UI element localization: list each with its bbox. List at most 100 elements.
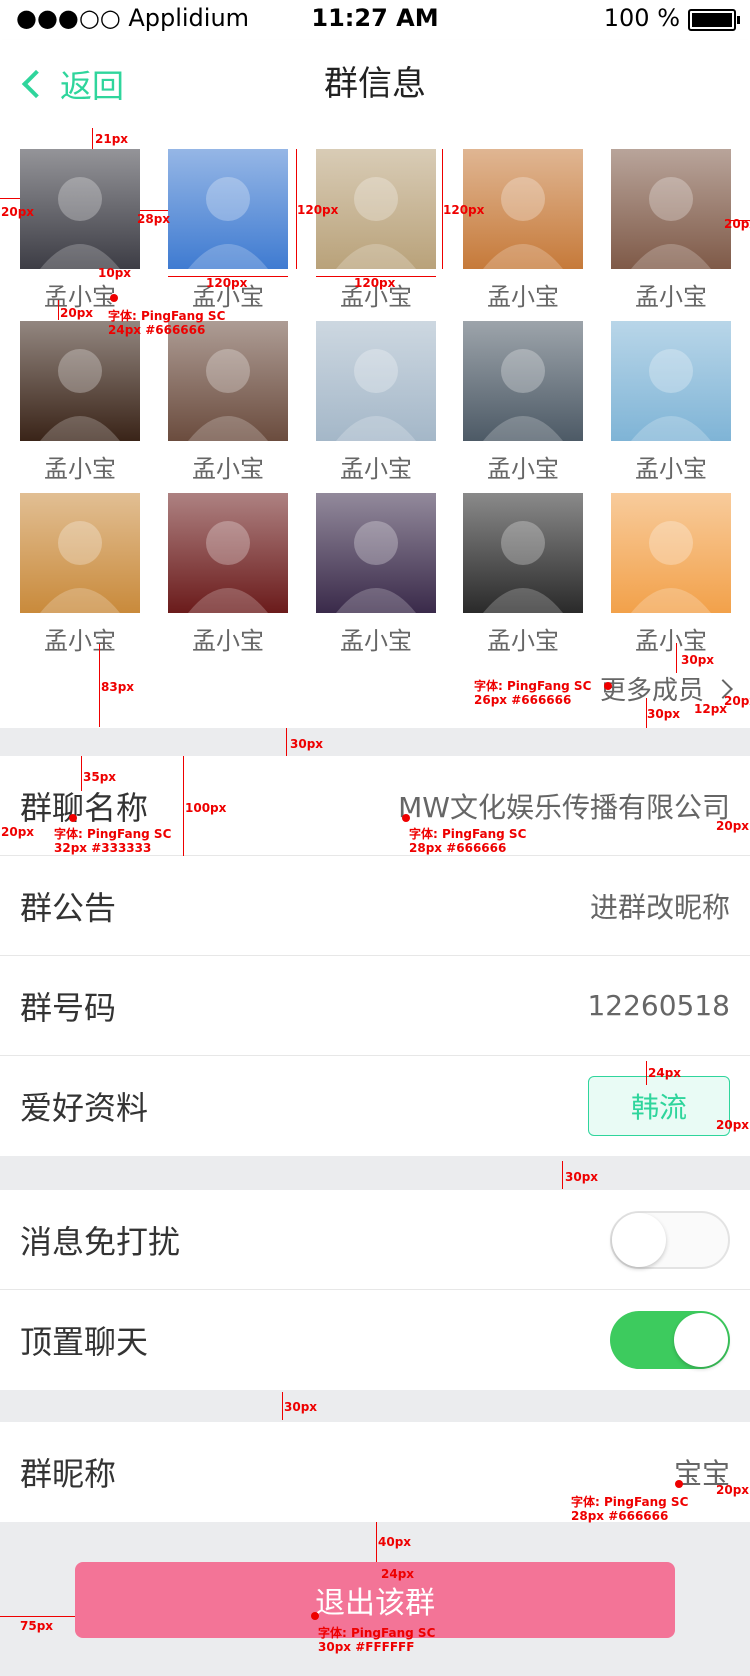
redline-marker	[110, 294, 118, 302]
hobby-tag[interactable]: 韩流	[588, 1076, 730, 1136]
hobby-label: 爱好资料	[20, 1089, 149, 1127]
member-item[interactable]: 孟小宝	[20, 493, 140, 656]
avatar	[20, 321, 140, 441]
font-note: 字体: PingFang SC 30px #FFFFFF	[318, 1626, 436, 1655]
redline-marker	[376, 1522, 377, 1562]
group-number-value: 12260518	[587, 989, 730, 1022]
group-number-row[interactable]: 群号码 12260518	[0, 956, 750, 1056]
dim-label: 35px	[83, 770, 117, 784]
chat-settings-section: 消息免打扰 顶置聊天	[0, 1190, 750, 1390]
font-note-size: 30px #FFFFFF	[318, 1639, 415, 1654]
mute-toggle[interactable]	[610, 1210, 730, 1269]
avatar	[611, 149, 731, 269]
group-notice-label: 群公告	[20, 888, 117, 927]
avatar	[168, 493, 288, 613]
member-item[interactable]: 孟小宝	[20, 149, 140, 312]
pin-row: 顶置聊天	[0, 1290, 750, 1390]
redline-marker	[311, 1612, 319, 1620]
font-note: 字体: PingFang SC 32px #333333	[54, 827, 171, 856]
redline-marker	[282, 1392, 283, 1420]
dim-label: 12px	[694, 702, 728, 716]
dim-label: 75px	[20, 1619, 54, 1633]
dim-label: 20px	[716, 1483, 750, 1497]
page-title: 群信息	[324, 64, 426, 104]
font-note-family: 字体: PingFang SC	[474, 679, 592, 693]
dim-label: 20px	[716, 1118, 750, 1132]
redline-marker	[604, 682, 612, 690]
dim-label: 30px	[565, 1170, 599, 1184]
members-panel: 孟小宝 孟小宝 孟小宝 孟小宝 孟小宝 孟小宝 孟小宝 孟小宝 孟小宝 孟小宝 孟小宝 孟小宝 孟小宝孟…	[0, 128, 750, 728]
member-item[interactable]: 孟小宝	[20, 321, 140, 484]
member-name: 孟小宝	[44, 455, 116, 483]
dim-label: 24px	[648, 1066, 682, 1080]
member-name: 孟小宝	[44, 627, 116, 655]
dim-label: 20px	[724, 217, 750, 231]
member-name: 孟小宝	[340, 455, 412, 483]
dim-label: 120px	[354, 276, 396, 290]
font-note: 字体: PingFang SC 26px #666666	[474, 679, 592, 708]
member-name: 孟小宝	[192, 627, 264, 655]
pin-label: 顶置聊天	[20, 1323, 149, 1361]
battery-percent: 100 %	[603, 4, 680, 32]
font-note-family: 字体: PingFang SC	[571, 1495, 689, 1509]
redline-marker	[69, 814, 77, 822]
dim-label: 40px	[378, 1535, 412, 1549]
dim-label: 20px	[1, 205, 35, 219]
battery-level-fill	[692, 13, 732, 27]
battery-icon	[688, 9, 740, 31]
redline-marker	[140, 210, 168, 211]
member-item[interactable]: 孟小宝	[611, 149, 731, 312]
redline-marker	[92, 128, 93, 149]
dim-label: 24px	[381, 1567, 415, 1581]
redline-marker	[0, 198, 20, 199]
dim-label: 120px	[443, 203, 485, 217]
mute-row: 消息免打扰	[0, 1190, 750, 1290]
pin-toggle[interactable]	[610, 1311, 730, 1369]
member-item[interactable]: 孟小宝	[463, 149, 583, 312]
font-note: 字体: PingFang SC 24px #666666	[108, 309, 225, 338]
font-note-size: 32px #333333	[54, 840, 152, 855]
redline-marker	[0, 1616, 75, 1617]
redline-marker	[676, 643, 677, 673]
member-item[interactable]: 孟小宝	[316, 321, 436, 484]
avatar	[316, 493, 436, 613]
avatar	[611, 321, 731, 441]
dim-label: 20px	[724, 694, 750, 708]
redline-marker	[402, 814, 410, 822]
avatar	[20, 493, 140, 613]
dim-label: 120px	[297, 203, 339, 217]
avatar	[168, 149, 288, 269]
nickname-label: 群昵称	[20, 1455, 117, 1493]
member-item[interactable]: 孟小宝	[316, 493, 436, 656]
member-item[interactable]: 孟小宝	[611, 321, 731, 484]
dim-label: 83px	[101, 680, 135, 694]
dim-label: 20px	[716, 819, 750, 833]
dim-label: 20px	[60, 306, 94, 320]
group-notice-row[interactable]: 群公告 进群改昵称	[0, 856, 750, 956]
avatar	[20, 149, 140, 269]
redline-marker	[183, 756, 184, 856]
hobby-row[interactable]: 爱好资料 韩流	[0, 1056, 750, 1156]
more-members-label: 更多成员	[599, 676, 704, 706]
font-note-family: 字体: PingFang SC	[318, 1626, 436, 1640]
redline-marker	[562, 1161, 563, 1189]
font-note-size: 26px #666666	[474, 692, 572, 707]
group-info-section: 群聊名称 MW文化娱乐传播有限公司 群公告 进群改昵称 群号码 12260518…	[0, 756, 750, 1156]
dim-label: 100px	[185, 801, 227, 815]
member-item[interactable]: 孟小宝	[168, 493, 288, 656]
font-note-size: 28px #666666	[409, 840, 507, 855]
redline-marker	[286, 728, 287, 756]
member-item[interactable]: 孟小宝	[463, 321, 583, 484]
dim-label: 28px	[137, 212, 171, 226]
dim-label: 30px	[284, 1400, 318, 1414]
toggle-knob	[612, 1212, 666, 1267]
mute-label: 消息免打扰	[20, 1222, 181, 1261]
member-item[interactable]: 孟小宝	[611, 493, 731, 656]
member-name: 孟小宝	[487, 283, 559, 311]
dim-label: 10px	[98, 266, 132, 280]
redline-marker	[58, 300, 59, 320]
member-item[interactable]: 孟小宝	[168, 321, 288, 484]
member-item[interactable]: 孟小宝	[463, 493, 583, 656]
avatar	[463, 321, 583, 441]
font-note: 字体: PingFang SC 28px #666666	[571, 1495, 689, 1524]
